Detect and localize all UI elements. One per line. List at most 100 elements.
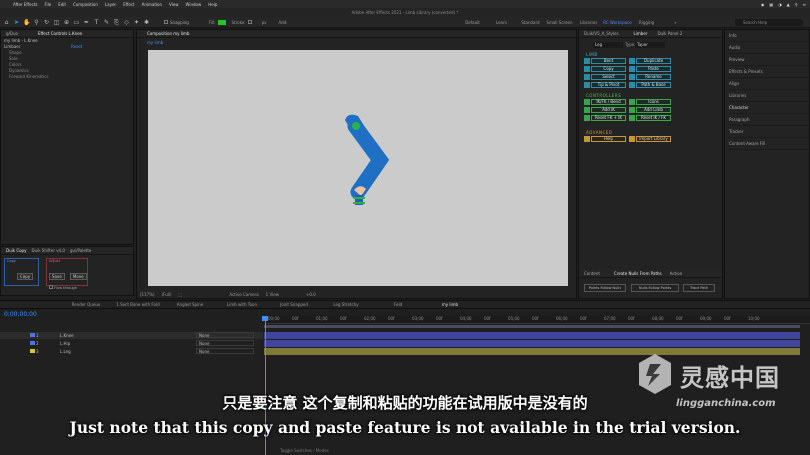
tab-angled-spine[interactable]: Angled Spine: [164, 302, 216, 307]
move-button[interactable]: Move: [69, 273, 87, 280]
control-center-icon[interactable]: ≡: [803, 2, 806, 7]
menu-view[interactable]: View: [169, 2, 179, 7]
grid-icon[interactable]: ▦: [769, 2, 773, 7]
parent-dropdown[interactable]: None: [196, 340, 254, 346]
layer-label-color[interactable]: [30, 333, 35, 337]
trace-path-button[interactable]: Trace Path: [683, 284, 715, 292]
stroke-swatch[interactable]: [247, 20, 252, 24]
tab-leg-stretchy[interactable]: Leg Stretchy: [320, 302, 372, 307]
effect-group-fk[interactable]: Forward Kinematics: [9, 74, 133, 80]
tab-effect-controls[interactable]: Effect Controls L.Knee: [38, 31, 82, 36]
tip-pivot-button[interactable]: Tip & Pivot: [591, 82, 626, 88]
tab-bone-with-fold[interactable]: 1.Sect Bone with Fold: [112, 302, 164, 307]
parent-dropdown[interactable]: None: [196, 348, 254, 354]
workspace-default[interactable]: Default: [458, 20, 487, 25]
flow-through-checkbox[interactable]: [49, 285, 53, 289]
tab-duik-panel-2[interactable]: Duik Panel 2: [657, 31, 682, 36]
path-base-button[interactable]: Path & Base: [636, 82, 671, 88]
panel-libraries[interactable]: Libraries: [729, 90, 809, 102]
tab-limber[interactable]: Limber: [634, 31, 648, 36]
camera-dropdown[interactable]: Active Camera: [229, 292, 258, 297]
reset-ik-fk-button[interactable]: Reset IK / FK: [636, 115, 671, 121]
copy-button[interactable]: Copy: [17, 273, 34, 280]
panel-content-aware-fill[interactable]: Content-Aware Fill: [729, 138, 809, 150]
layer-bar-leg[interactable]: [264, 348, 800, 355]
tab-duik-styles[interactable]: Duik/V5_A_Styles: [584, 31, 619, 36]
region-of-interest-icon[interactable]: ⬚: [179, 292, 183, 297]
exposure-value[interactable]: +0.0: [306, 292, 316, 297]
hip-controller-dot[interactable]: [352, 122, 360, 130]
brush-tool-icon[interactable]: ✎: [103, 19, 110, 26]
add-limb-button[interactable]: Add Limb: [636, 107, 671, 113]
panel-effects-presets[interactable]: Effects & Presets: [729, 66, 809, 78]
hand-tool-icon[interactable]: ✋: [23, 19, 30, 26]
rotate-tool-icon[interactable]: ↻: [43, 19, 50, 26]
camera-tool-icon[interactable]: ◫: [53, 19, 60, 26]
menu-help[interactable]: Help: [208, 2, 217, 7]
display-icon[interactable]: ◑: [778, 2, 782, 7]
tab-duik-shifter[interactable]: Duik Shifter v4.0: [31, 248, 65, 253]
tab-create-nulls[interactable]: Create Nulls From Paths: [614, 271, 662, 276]
panel-audio[interactable]: Audio: [729, 42, 809, 54]
panel-character[interactable]: Character: [729, 102, 809, 114]
pen-tool-icon[interactable]: ✒: [83, 19, 90, 26]
snapping-toggle[interactable]: Snapping: [164, 20, 189, 25]
ikfk-bend-button[interactable]: IK/FK / Bend: [591, 99, 626, 105]
selection-tool-icon[interactable]: ➤: [13, 19, 20, 26]
rectangle-tool-icon[interactable]: ▭: [73, 19, 80, 26]
layer-bar-hip[interactable]: [264, 340, 800, 347]
workspace-more[interactable]: »: [661, 20, 690, 25]
tab-duik-copy[interactable]: Duik Copy: [6, 248, 26, 253]
paste-limb-button[interactable]: Paste: [636, 66, 671, 72]
pan-behind-tool-icon[interactable]: ⊕: [63, 19, 70, 26]
tab-gui-palette[interactable]: gui/Palette: [70, 248, 91, 253]
duplicate-button[interactable]: Duplicate: [636, 58, 671, 64]
menu-file[interactable]: File: [44, 2, 51, 7]
tab-render-queue[interactable]: Render Queue: [60, 302, 112, 307]
spotlight-icon[interactable]: ⚲: [795, 2, 798, 7]
playhead-handle[interactable]: [262, 316, 268, 321]
tab-content[interactable]: Content: [584, 271, 600, 276]
composition-breadcrumb[interactable]: my limb: [147, 40, 576, 45]
work-area-bar[interactable]: [264, 325, 800, 328]
import-library-button[interactable]: Import Library: [636, 136, 671, 142]
snapping-checkbox[interactable]: [164, 20, 168, 24]
menu-layer[interactable]: Layer: [105, 2, 116, 7]
reset-fk-ik-button[interactable]: Reset FK + IK: [591, 115, 626, 121]
menu-animation[interactable]: Animation: [142, 2, 162, 7]
zoom-dropdown[interactable]: (117%): [140, 292, 155, 297]
bent-button[interactable]: Bent: [591, 58, 626, 64]
tab-limb-with-toon[interactable]: Limb with Toon: [216, 302, 268, 307]
panel-tracker[interactable]: Tracker: [729, 126, 809, 138]
layer-label-color[interactable]: [30, 341, 35, 345]
eraser-tool-icon[interactable]: ◇: [123, 19, 130, 26]
fill-control[interactable]: Fill: Stroke: px Add:: [209, 19, 288, 25]
type-tool-icon[interactable]: T: [93, 19, 100, 26]
workspace-rc[interactable]: RC Workspace: [603, 20, 632, 25]
help-button[interactable]: Help: [591, 136, 626, 142]
panel-paragraph[interactable]: Paragraph: [729, 114, 809, 126]
layer-row[interactable]: 3 L.Leg None: [0, 348, 263, 355]
copy-limb-button[interactable]: Copy: [591, 66, 626, 72]
puppet-tool-icon[interactable]: ✱: [143, 19, 150, 26]
parent-dropdown[interactable]: None: [196, 332, 254, 338]
fill-swatch[interactable]: [217, 19, 226, 25]
rename-button[interactable]: Rename: [636, 74, 671, 80]
tab-joint-snapped[interactable]: Joint Snapped: [268, 302, 320, 307]
wifi-icon[interactable]: ▲: [787, 2, 790, 7]
workspace-learn[interactable]: Learn: [487, 20, 516, 25]
workspace-rigging[interactable]: Rigging: [632, 20, 661, 25]
flow-through-option[interactable]: Flow through: [49, 285, 87, 290]
select-button[interactable]: Select: [591, 74, 626, 80]
panel-preview[interactable]: Preview: [729, 54, 809, 66]
taper-dropdown[interactable]: Taper: [635, 42, 665, 48]
record-icon[interactable]: ◉: [761, 2, 765, 7]
layer-label-color[interactable]: [30, 349, 35, 353]
menu-app[interactable]: After Effects: [13, 2, 37, 7]
limb-type-dropdown[interactable]: Leg: [593, 42, 623, 48]
resolution-dropdown[interactable]: (Full): [162, 292, 172, 297]
tab-composition[interactable]: Composition my limb: [147, 31, 189, 36]
workspace-standard[interactable]: Standard: [516, 20, 545, 25]
layer-row[interactable]: 1 L.Knee None: [0, 332, 263, 339]
current-timecode[interactable]: 0;00;00;00: [4, 311, 37, 318]
